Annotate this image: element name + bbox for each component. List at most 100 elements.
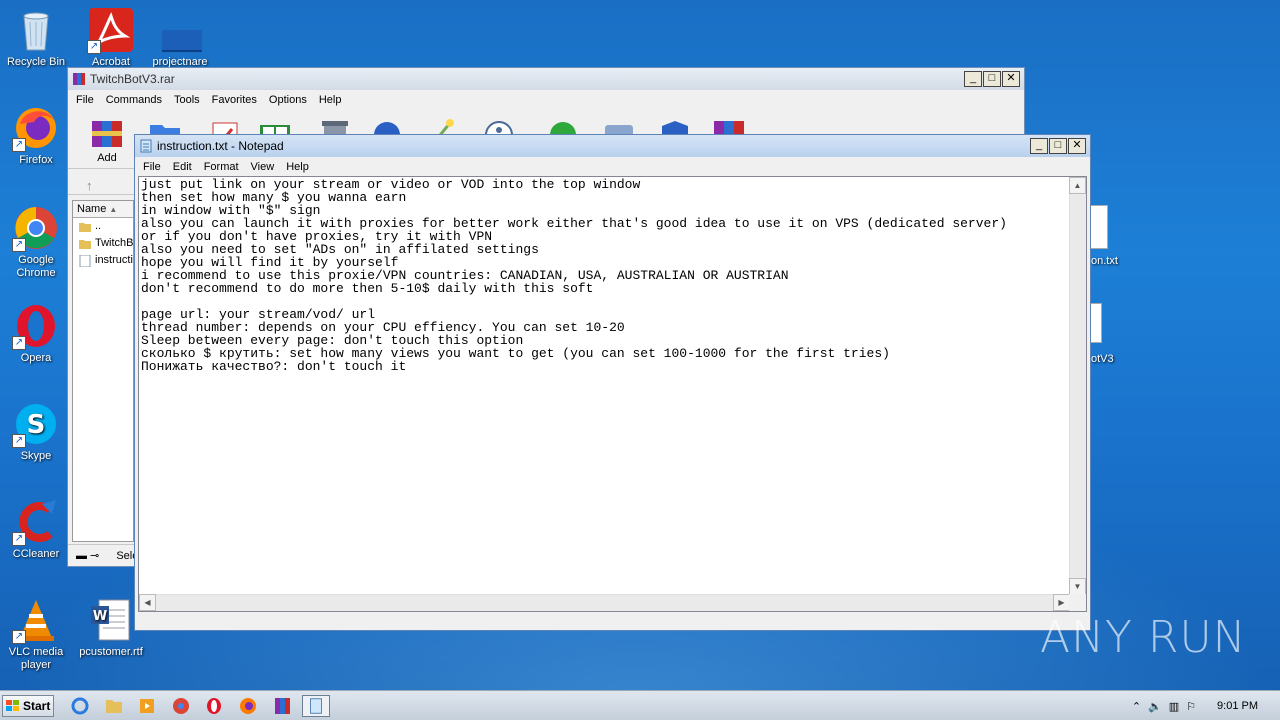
anyrun-watermark: ANY RUN: [1040, 612, 1247, 663]
notepad-text-area[interactable]: just put link on your stream or video or…: [138, 176, 1087, 612]
winrar-titlebar[interactable]: TwitchBotV3.rar _ □ ✕: [68, 68, 1024, 90]
menu-help[interactable]: Help: [313, 94, 348, 106]
drive-icon[interactable]: ▬ ⊸: [76, 550, 99, 562]
system-tray: ⌃ 🔈 ▥ ⚐ 9:01 PM: [1132, 691, 1280, 720]
taskbar-chrome[interactable]: [167, 695, 195, 717]
shortcut-arrow-icon: ↗: [12, 138, 26, 152]
desktop-icon-acrobat[interactable]: ↗ Acrobat: [75, 6, 147, 69]
resize-grip[interactable]: [1069, 594, 1086, 611]
show-hidden-icons-icon[interactable]: ⌃: [1132, 700, 1141, 713]
taskbar-ie[interactable]: [66, 695, 94, 717]
desktop-icon-vlc[interactable]: ↗ VLC media player: [0, 596, 72, 672]
file-row[interactable]: instructi: [73, 252, 133, 269]
chrome-icon: ↗: [12, 204, 60, 252]
desktop-icon-opera[interactable]: ↗ Opera: [0, 302, 72, 365]
desktop-icon-label: Google Chrome: [16, 254, 56, 279]
folder-icon: [79, 239, 91, 249]
desktop-icon-label: VLC media player: [8, 646, 64, 671]
maximize-button[interactable]: □: [1049, 138, 1067, 154]
clock[interactable]: 9:01 PM: [1217, 700, 1258, 712]
menu-file[interactable]: File: [70, 94, 100, 106]
vertical-scrollbar[interactable]: ▲ ▼: [1069, 177, 1086, 595]
notepad-icon: [140, 139, 152, 153]
acrobat-icon: ↗: [87, 6, 135, 54]
menu-options[interactable]: Options: [263, 94, 313, 106]
desktop-icon-label: Opera: [20, 352, 52, 364]
scroll-right-button[interactable]: ▶: [1053, 594, 1070, 611]
start-label: Start: [23, 699, 51, 713]
menu-view[interactable]: View: [245, 161, 281, 173]
minimize-button[interactable]: _: [964, 71, 982, 87]
taskbar-media-player[interactable]: [133, 695, 161, 717]
desktop-icon-projectnare[interactable]: projectnare: [144, 6, 216, 69]
shortcut-arrow-icon: ↗: [12, 336, 26, 350]
minimize-button[interactable]: _: [1030, 138, 1048, 154]
action-center-flag-icon[interactable]: ⚐: [1186, 700, 1196, 713]
file-name: TwitchBo: [95, 237, 133, 249]
menu-format[interactable]: Format: [198, 161, 245, 173]
desktop-icon-firefox[interactable]: ↗ Firefox: [0, 104, 72, 167]
file-name: instructi: [95, 254, 133, 266]
desktop-icon-label-partial[interactable]: otV3: [1091, 353, 1114, 365]
desktop-icon-label: pcustomer.rtf: [79, 646, 143, 658]
up-arrow-icon[interactable]: ↑: [86, 178, 93, 193]
add-button[interactable]: Add: [90, 115, 124, 164]
archive-add-icon: [92, 121, 122, 147]
scroll-left-button[interactable]: ◀: [139, 594, 156, 611]
close-button[interactable]: ✕: [1002, 71, 1020, 87]
menu-commands[interactable]: Commands: [100, 94, 168, 106]
maximize-button[interactable]: □: [983, 71, 1001, 87]
desktop-icon-skype[interactable]: S ↗ Skype: [0, 400, 72, 463]
windows-logo-icon: [6, 700, 19, 711]
taskbar: Start ⌃ 🔈 ▥ ⚐ 9:01 PM: [0, 690, 1280, 720]
recycle-bin-icon: [12, 6, 60, 54]
notepad-window[interactable]: instruction.txt - Notepad _ □ ✕ File Edi…: [134, 134, 1091, 631]
desktop-icon-label-partial[interactable]: on.txt: [1091, 255, 1118, 267]
partial-file-icon: [1090, 205, 1108, 249]
horizontal-scrollbar[interactable]: ◀ ▶: [139, 594, 1070, 611]
desktop-icon-label: Firefox: [19, 154, 53, 166]
vlc-icon: ↗: [12, 596, 60, 644]
window-title: instruction.txt - Notepad: [157, 139, 284, 153]
taskbar-firefox[interactable]: [234, 695, 262, 717]
window-title: TwitchBotV3.rar: [90, 72, 175, 86]
firefox-icon: ↗: [12, 104, 60, 152]
taskbar-notepad[interactable]: [302, 695, 330, 717]
desktop-icon-recycle-bin[interactable]: Recycle Bin: [0, 6, 72, 69]
skype-icon: S ↗: [12, 400, 60, 448]
network-icon[interactable]: ▥: [1169, 700, 1179, 713]
taskbar-opera[interactable]: [200, 695, 228, 717]
desktop-icon-label: Recycle Bin: [6, 56, 66, 68]
shortcut-arrow-icon: ↗: [12, 238, 26, 252]
taskbar-winrar[interactable]: [268, 695, 296, 717]
notepad-icon: [310, 698, 322, 714]
start-button[interactable]: Start: [2, 695, 54, 717]
close-button[interactable]: ✕: [1068, 138, 1086, 154]
shortcut-arrow-icon: ↗: [12, 434, 26, 448]
file-row[interactable]: TwitchBo: [73, 235, 133, 252]
winrar-file-list[interactable]: Name ▲ .. TwitchBo instructi: [72, 200, 134, 542]
menu-edit[interactable]: Edit: [167, 161, 198, 173]
winrar-icon: [275, 698, 290, 714]
column-header-name[interactable]: Name ▲: [73, 201, 133, 218]
menu-tools[interactable]: Tools: [168, 94, 206, 106]
media-player-icon: [140, 699, 154, 713]
menu-help[interactable]: Help: [280, 161, 315, 173]
notepad-titlebar[interactable]: instruction.txt - Notepad _ □ ✕: [135, 135, 1090, 157]
file-row[interactable]: ..: [73, 218, 133, 235]
desktop-icon-google-chrome[interactable]: ↗ Google Chrome: [0, 204, 72, 280]
add-label: Add: [97, 152, 117, 164]
desktop-icon-ccleaner[interactable]: ↗ CCleaner: [0, 498, 72, 561]
volume-icon[interactable]: 🔈: [1148, 700, 1162, 713]
ccleaner-icon: ↗: [12, 498, 60, 546]
winrar-menubar: File Commands Tools Favorites Options He…: [68, 90, 1024, 109]
scroll-down-button[interactable]: ▼: [1069, 578, 1086, 595]
desktop-icon-label: CCleaner: [12, 548, 60, 560]
menu-favorites[interactable]: Favorites: [206, 94, 263, 106]
svg-text:S: S: [27, 410, 46, 440]
shortcut-arrow-icon: ↗: [87, 40, 101, 54]
taskbar-explorer[interactable]: [100, 695, 128, 717]
document-text[interactable]: just put link on your stream or video or…: [141, 178, 1071, 593]
scroll-up-button[interactable]: ▲: [1069, 177, 1086, 194]
menu-file[interactable]: File: [137, 161, 167, 173]
